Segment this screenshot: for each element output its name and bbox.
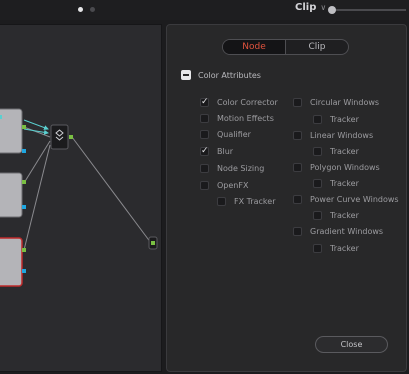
chevron-down-icon: ∨: [320, 3, 327, 12]
node-settings-panel: Node Clip Color Attributes ✓ Color Corre…: [166, 24, 407, 372]
checkbox[interactable]: [200, 114, 209, 123]
option-gradient-windows[interactable]: Gradient Windows: [293, 227, 383, 236]
page-dot-inactive[interactable]: [90, 7, 95, 12]
option-power-curve-windows[interactable]: Power Curve Windows: [293, 195, 399, 204]
zoom-slider[interactable]: [328, 3, 406, 17]
option-label: OpenFX: [217, 181, 249, 190]
option-circular-windows[interactable]: Circular Windows: [293, 98, 379, 107]
option-linear-tracker[interactable]: Tracker: [313, 147, 359, 156]
node-2-output[interactable]: [22, 180, 26, 184]
layer-mixer-output[interactable]: [69, 135, 73, 139]
option-label: Polygon Windows: [310, 163, 380, 172]
node-graph-canvas: [0, 108, 158, 287]
checkbox[interactable]: [313, 115, 322, 124]
checkbox[interactable]: ✓: [200, 146, 209, 156]
zoom-slider-track: [332, 9, 406, 11]
option-label: Color Corrector: [217, 98, 278, 107]
option-label: Circular Windows: [310, 98, 380, 107]
option-openfx[interactable]: OpenFX: [200, 181, 248, 190]
node-3[interactable]: [0, 237, 23, 287]
node-1[interactable]: [0, 108, 23, 154]
option-label: Tracker: [330, 244, 359, 253]
checkbox[interactable]: [313, 179, 322, 188]
option-motion-effects[interactable]: Motion Effects: [200, 114, 274, 123]
layer-mixer-node[interactable]: [50, 124, 69, 150]
option-label: Linear Windows: [310, 131, 374, 140]
node-2[interactable]: [0, 172, 23, 218]
checkbox[interactable]: [293, 227, 302, 236]
option-gradient-tracker[interactable]: Tracker: [313, 244, 359, 253]
checkmark-icon: ✓: [201, 97, 209, 107]
zoom-slider-knob[interactable]: [328, 6, 336, 14]
option-label: Node Sizing: [217, 164, 265, 173]
option-label: Tracker: [330, 115, 359, 124]
checkbox[interactable]: [200, 164, 209, 173]
checkbox[interactable]: [313, 211, 322, 220]
node-1-key-input[interactable]: [0, 115, 2, 119]
option-qualifier[interactable]: Qualifier: [200, 130, 251, 139]
option-circular-tracker[interactable]: Tracker: [313, 115, 359, 124]
checkbox[interactable]: [313, 244, 322, 253]
option-blur[interactable]: ✓ Blur: [200, 146, 234, 156]
key-link: [23, 128, 49, 135]
node-link: [23, 144, 51, 251]
option-fx-tracker[interactable]: FX Tracker: [217, 197, 275, 206]
option-polygon-tracker[interactable]: Tracker: [313, 179, 359, 188]
color-attributes-section: Color Attributes: [181, 70, 261, 80]
checkmark-icon: ✓: [201, 146, 209, 156]
tab-clip[interactable]: Clip: [285, 40, 348, 54]
checkbox[interactable]: [200, 130, 209, 139]
option-linear-windows[interactable]: Linear Windows: [293, 131, 373, 140]
option-color-corrector[interactable]: ✓ Color Corrector: [200, 97, 278, 107]
key-link: [23, 119, 49, 130]
option-label: Blur: [217, 147, 234, 156]
option-label: Tracker: [330, 147, 359, 156]
option-label: Motion Effects: [217, 114, 274, 123]
option-label: Gradient Windows: [310, 227, 384, 236]
option-power-curve-tracker[interactable]: Tracker: [313, 211, 359, 220]
node-2-key-output[interactable]: [22, 205, 26, 209]
collapse-minus-icon[interactable]: [181, 70, 191, 80]
option-label: Qualifier: [217, 130, 251, 139]
close-button[interactable]: Close: [315, 336, 388, 353]
clip-dropdown-label: Clip: [295, 2, 317, 13]
node-1-key-output[interactable]: [22, 149, 26, 153]
checkbox[interactable]: [313, 147, 322, 156]
option-polygon-windows[interactable]: Polygon Windows: [293, 163, 380, 172]
output-node-input[interactable]: [151, 241, 155, 245]
checkbox[interactable]: [200, 181, 209, 190]
option-node-sizing[interactable]: Node Sizing: [200, 164, 264, 173]
checkbox[interactable]: [293, 195, 302, 204]
checkbox[interactable]: [217, 197, 226, 206]
checkbox[interactable]: [293, 98, 302, 107]
clip-dropdown[interactable]: Clip ∨: [295, 2, 326, 13]
top-bar: Clip ∨: [0, 0, 409, 20]
node-3-output[interactable]: [22, 248, 26, 252]
page-dot-active[interactable]: [78, 7, 83, 12]
tab-node[interactable]: Node: [223, 40, 285, 54]
option-label: Tracker: [330, 211, 359, 220]
option-label: Power Curve Windows: [310, 195, 399, 204]
node-link: [71, 136, 152, 244]
option-label: Tracker: [330, 179, 359, 188]
section-title: Color Attributes: [198, 70, 261, 80]
node-graph[interactable]: [0, 24, 162, 372]
node-clip-toggle: Node Clip: [222, 39, 349, 55]
node-3-key-output[interactable]: [22, 269, 26, 273]
node-1-output[interactable]: [22, 125, 26, 129]
checkbox[interactable]: ✓: [200, 97, 209, 107]
option-label: FX Tracker: [234, 197, 276, 206]
checkbox[interactable]: [293, 163, 302, 172]
checkbox[interactable]: [293, 131, 302, 140]
